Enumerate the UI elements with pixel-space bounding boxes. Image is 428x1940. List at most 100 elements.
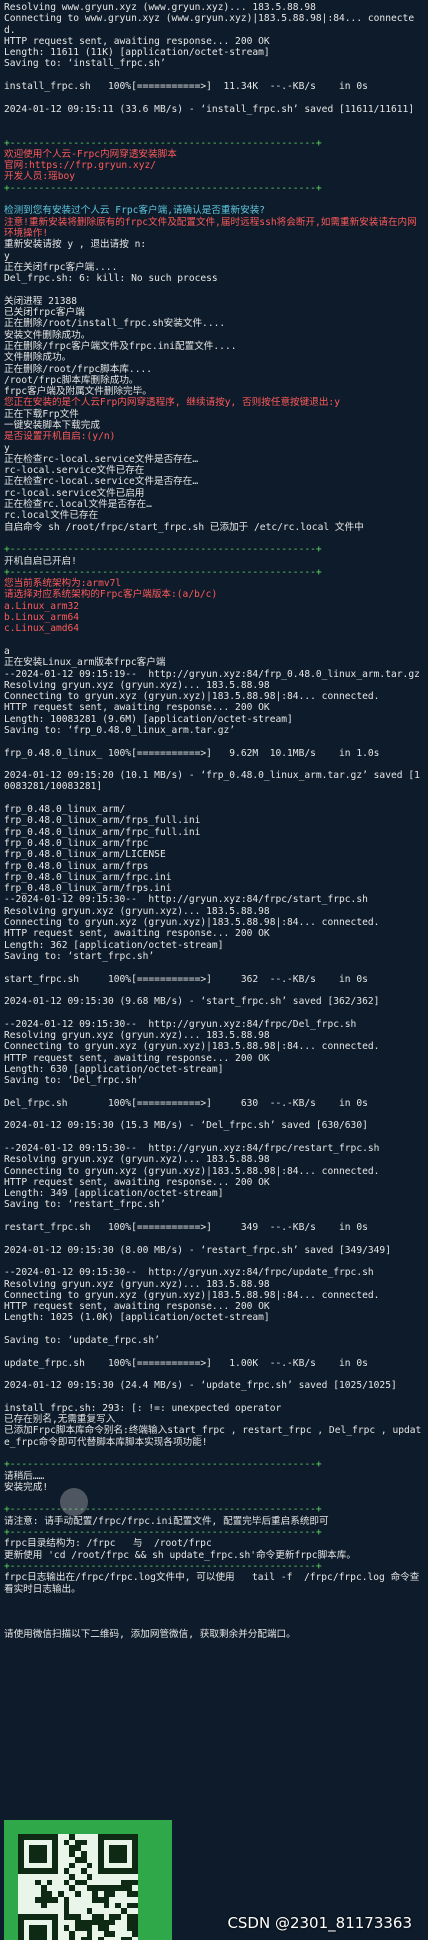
terminal-line: 正在删除/frpc客户端文件及frpc.ini配置文件.... — [4, 340, 237, 352]
terminal-line: y — [4, 250, 10, 262]
terminal-line: 请选择对应系统架构的Frpc客户端版本:(a/b/c) — [4, 589, 218, 601]
qr-module — [69, 1862, 76, 1869]
separator-line: +---------------------------------------… — [4, 1560, 322, 1572]
terminal-line: 一键安装脚本下载完成 — [4, 419, 100, 431]
terminal-line: 2024-01-12 09:15:30 (24.4 MB/s) - ‘updat… — [4, 1380, 397, 1392]
terminal-line: frp_0.48.0_linux_ 100%[===========>] 9.6… — [4, 747, 380, 759]
terminal-line: 关闭进程 21388 — [4, 295, 78, 307]
terminal-line: install_frpc.sh 100%[===========>] 11.34… — [4, 81, 368, 93]
terminal-line: Resolving gryun.xyz (gryun.xyz)... 183.5… — [4, 1278, 270, 1290]
terminal-line: 开机自启已开启! — [4, 555, 77, 567]
terminal-line: frp_0.48.0_linux_arm/frpc — [4, 837, 149, 849]
terminal-line: 您正在安装的是个人云Frp内网穿透程序, 继续请按y, 否则按任意按键退出:y — [4, 397, 340, 409]
qr-module — [103, 1902, 110, 1909]
terminal-line: Saving to: ‘start_frpc.sh’ — [4, 950, 155, 962]
terminal-line: HTTP request sent, awaiting response... … — [4, 1301, 270, 1313]
terminal-line: Resolving gryun.xyz (gryun.xyz)... 183.5… — [4, 1154, 270, 1166]
terminal-line: frpc日志输出在/frpc/frpc.log文件中, 可以使用 tail -f… — [4, 1572, 420, 1595]
terminal-line: rc-local.service文件已存在 — [4, 465, 145, 477]
terminal-line: Length: 11611 (11K) [application/octet-s… — [4, 47, 270, 59]
terminal-line: Resolving gryun.xyz (gryun.xyz)... 183.5… — [4, 679, 270, 691]
qr-module — [109, 1931, 116, 1937]
qr-module — [132, 1879, 138, 1886]
terminal-line: a — [4, 645, 10, 657]
terminal-line: frp_0.48.0_linux_arm/frps — [4, 860, 149, 872]
terminal-line: rc-local.service文件已启用 — [4, 487, 145, 499]
terminal-line: 2024-01-12 09:15:11 (33.6 MB/s) - ‘insta… — [4, 103, 415, 115]
separator-line: +---------------------------------------… — [4, 1527, 322, 1539]
terminal-line: restart_frpc.sh 100%[===========>] 349 -… — [4, 1222, 368, 1234]
separator-line: +---------------------------------------… — [4, 1459, 322, 1471]
terminal-line: 已存在别名,无需重复写入 — [4, 1414, 116, 1426]
qr-module — [75, 1891, 81, 1897]
terminal-line: 请注意: 请手动配置/frpc/frpc.ini配置文件, 配置完毕后重启系统即… — [4, 1515, 329, 1527]
terminal-line: Connecting to gryun.xyz (gryun.xyz)|183.… — [4, 917, 380, 929]
terminal-line: rc.local文件已存在 — [4, 510, 99, 522]
terminal-output[interactable]: Resolving www.gryun.xyz (www.gryun.xyz).… — [4, 2, 424, 1640]
terminal-line: Saving to: ‘restart_frpc.sh’ — [4, 1199, 166, 1211]
terminal-line: HTTP request sent, awaiting response... … — [4, 928, 270, 940]
terminal-line: HTTP request sent, awaiting response... … — [4, 1176, 270, 1188]
qr-finder-pattern — [29, 1925, 47, 1940]
terminal-line: 2024-01-12 09:15:20 (10.1 MB/s) - ‘frp_0… — [4, 770, 420, 793]
qr-module — [115, 1914, 121, 1920]
terminal-line: a.Linux_arm32 — [4, 600, 80, 612]
terminal-line: --2024-01-12 09:15:30-- http://gryun.xyz… — [4, 1142, 380, 1154]
terminal-line: b.Linux_arm64 — [4, 612, 80, 624]
touch-indicator — [60, 1488, 88, 1516]
terminal-line: 官网:https://frp.gryun.xyz/ — [4, 160, 157, 172]
terminal-line: 正在关闭frpc客户端.... — [4, 261, 118, 273]
qr-module — [52, 1896, 58, 1903]
terminal-line: Connecting to gryun.xyz (gryun.xyz)|183.… — [4, 1165, 380, 1177]
terminal-line: 2024-01-12 09:15:30 (9.68 MB/s) - ‘start… — [4, 996, 380, 1008]
terminal-line: 是否设置开机自启:(y/n) — [4, 431, 116, 443]
terminal-line: Connecting to www.gryun.xyz (www.gryun.x… — [4, 13, 415, 36]
terminal-line: --2024-01-12 09:15:30-- http://gryun.xyz… — [4, 1018, 357, 1030]
terminal-line: Resolving gryun.xyz (gryun.xyz)... 183.5… — [4, 1030, 270, 1042]
terminal-line: frp_0.48.0_linux_arm/frpc.ini — [4, 871, 172, 883]
qr-module — [86, 1874, 93, 1880]
terminal-line: frp_0.48.0_linux_arm/LICENSE — [4, 849, 166, 861]
terminal-line: frp_0.48.0_linux_arm/ — [4, 804, 126, 816]
terminal-line: Resolving www.gryun.xyz (www.gryun.xyz).… — [4, 2, 316, 13]
terminal-line: 正在删除/root/install_frpc.sh安装文件.... — [4, 318, 226, 330]
terminal-line: 正在检查rc-local.service文件是否存在… — [4, 453, 199, 465]
terminal-line: --2024-01-12 09:15:19-- http://gryun.xyz… — [4, 668, 420, 680]
terminal-line: install_frpc.sh: 293: [: !=: unexpected … — [4, 1402, 282, 1414]
wechat-qr-code — [4, 1820, 172, 1940]
qr-module — [46, 1879, 53, 1886]
terminal-line: Saving to: ‘Del_frpc.sh’ — [4, 1075, 143, 1087]
qr-module — [132, 1931, 138, 1937]
qr-module — [109, 1891, 116, 1897]
qr-module — [80, 1839, 87, 1846]
terminal-line: c.Linux_amd64 — [4, 623, 80, 635]
terminal-line: Length: 630 [application/octet-stream] — [4, 1063, 224, 1075]
terminal-line: frpc目录结构为: /frpc 与 /root/frpc — [4, 1538, 212, 1550]
terminal-line: --2024-01-12 09:15:30-- http://gryun.xyz… — [4, 894, 368, 906]
terminal-line: 更新使用 'cd /root/frpc && sh update_frpc.sh… — [4, 1549, 356, 1561]
terminal-line: Length: 362 [application/octet-stream] — [4, 939, 224, 951]
terminal-line: frp_0.48.0_linux_arm/frps.ini — [4, 883, 172, 895]
terminal-line: Saving to: ‘install_frpc.sh’ — [4, 58, 166, 70]
terminal-line: frp_0.48.0_linux_arm/frpc_full.ini — [4, 826, 201, 838]
separator-line: +---------------------------------------… — [4, 566, 322, 578]
terminal-line: Del_frpc.sh: 6: kill: No such process — [4, 273, 218, 285]
terminal-line: 已关闭frpc客户端 — [4, 307, 85, 319]
separator-line: +---------------------------------------… — [4, 182, 322, 194]
